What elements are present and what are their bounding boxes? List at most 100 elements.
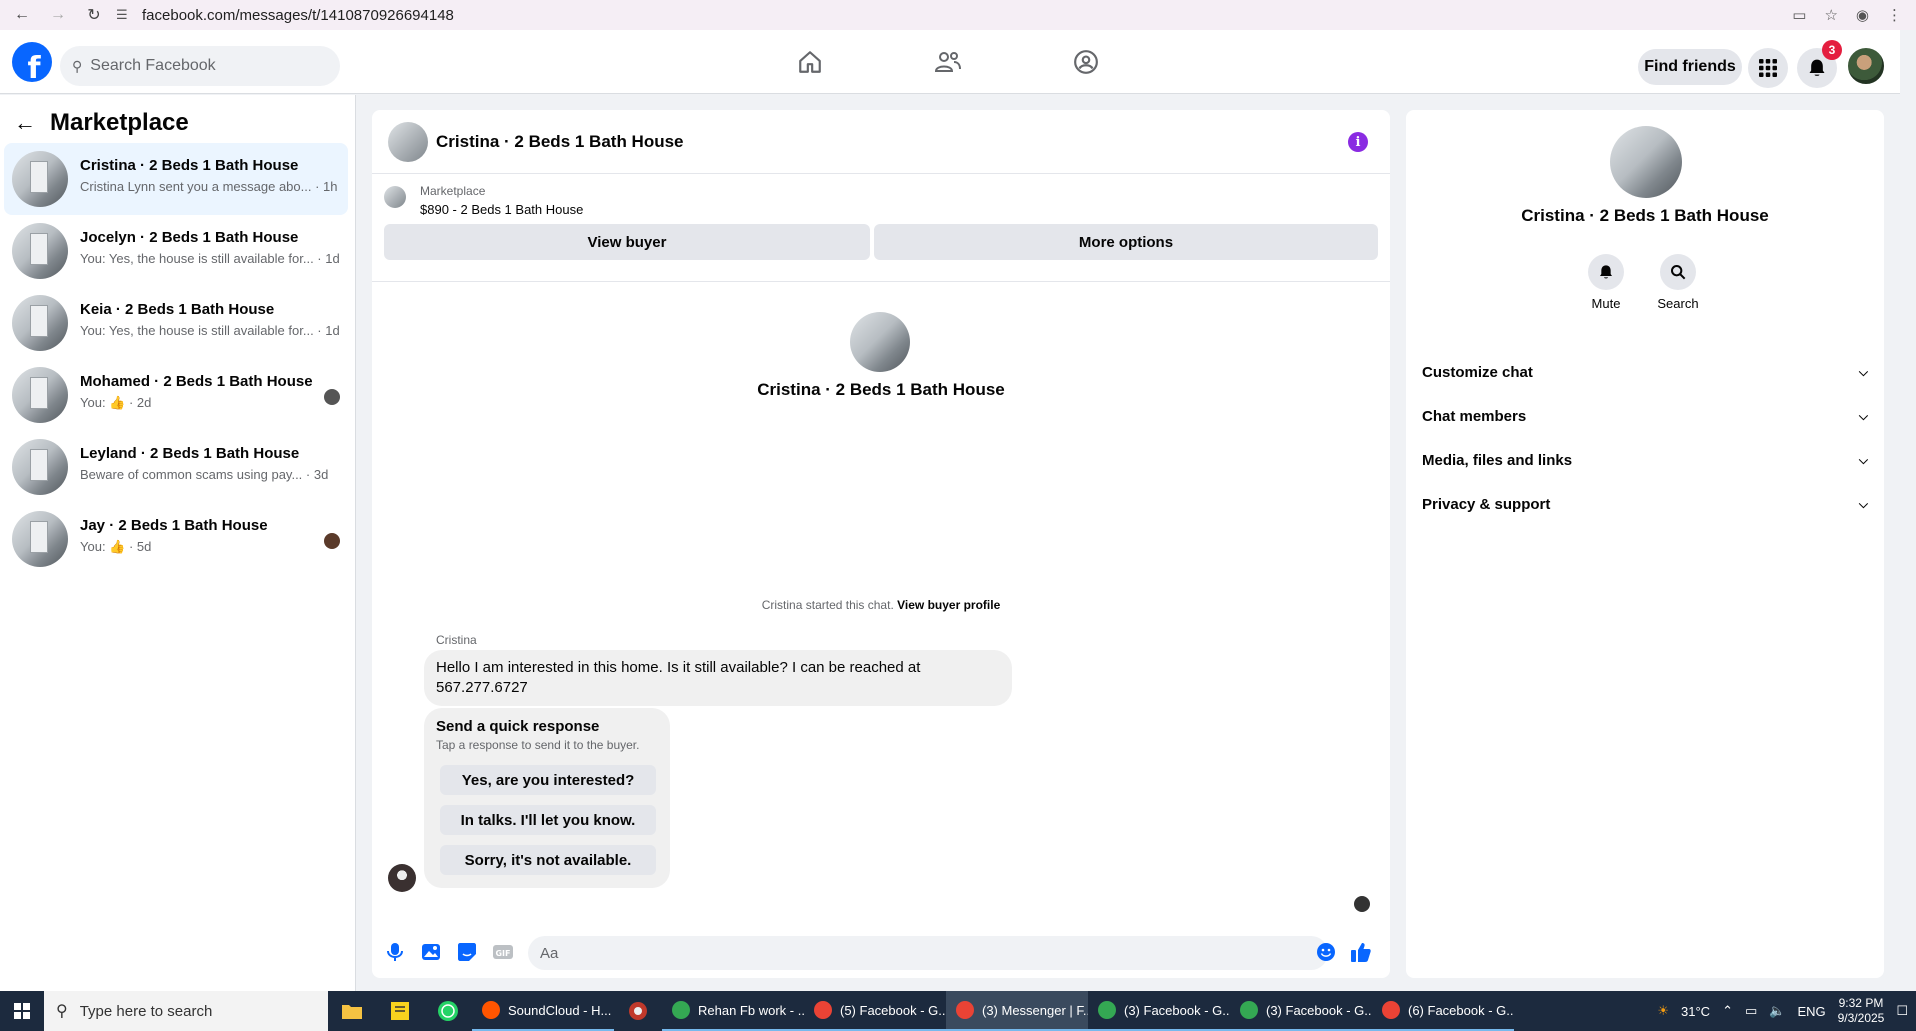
quick-response-button[interactable]: Yes, are you interested? (440, 765, 656, 795)
listing-price[interactable]: $890 - 2 Beds 1 Bath House (420, 202, 583, 217)
forward-icon[interactable]: → (44, 1, 72, 29)
sticker-icon[interactable] (456, 941, 478, 963)
account-avatar[interactable] (1846, 46, 1886, 86)
chrome-icon (1240, 1001, 1258, 1019)
gif-icon[interactable]: GIF (492, 941, 514, 963)
quick-response-card: Send a quick response Tap a response to … (424, 708, 670, 888)
browser-profile-icon[interactable]: ◉ (1856, 6, 1869, 24)
url-text: facebook.com/messages/t/1410870926694148 (142, 6, 454, 24)
details-name: Cristina · 2 Beds 1 Bath House (1521, 206, 1769, 225)
clock[interactable]: 9:32 PM 9/3/2025 (1838, 996, 1885, 1026)
app-icon[interactable] (614, 991, 662, 1031)
friends-icon[interactable] (934, 48, 962, 76)
chat-avatar[interactable] (388, 122, 428, 162)
groups-icon[interactable] (1072, 48, 1100, 76)
back-arrow-icon[interactable]: ← (14, 110, 36, 136)
listing-thumbnail (12, 511, 68, 567)
microphone-icon[interactable] (384, 941, 406, 963)
chat-header: Cristina · 2 Beds 1 Bath House i (372, 110, 1390, 174)
emoji-icon[interactable] (1315, 941, 1337, 963)
mute-button[interactable]: Mute (1576, 254, 1636, 311)
site-info-icon[interactable]: ☰ (116, 7, 132, 23)
info-icon[interactable]: i (1348, 132, 1368, 152)
whatsapp-icon[interactable] (424, 991, 472, 1031)
view-buyer-button[interactable]: View buyer (384, 224, 870, 260)
conversation-item-jocelyn[interactable]: Jocelyn · 2 Beds 1 Bath House You: Yes, … (4, 215, 348, 287)
facebook-logo[interactable]: f (12, 42, 52, 82)
browser-menu-icon[interactable]: ⋮ (1887, 6, 1902, 24)
taskbar-task[interactable]: SoundCloud - H... (472, 991, 614, 1031)
address-bar[interactable]: ☰ facebook.com/messages/t/14108709266941… (116, 2, 1796, 28)
listing-bar: Marketplace $890 - 2 Beds 1 Bath House V… (372, 174, 1390, 282)
find-friends-button[interactable]: Find friends (1638, 49, 1742, 85)
media-files-links-section[interactable]: Media, files and links ⌵ (1406, 438, 1884, 482)
file-explorer-icon[interactable] (328, 991, 376, 1031)
weather-icon: ☀ (1657, 1003, 1670, 1018)
conversation-details-panel: Cristina · 2 Beds 1 Bath House Mute Sear… (1406, 110, 1884, 978)
home-icon[interactable] (796, 48, 824, 76)
chrome-icon (814, 1001, 832, 1019)
facebook-search-box[interactable]: ⚲ Search Facebook (60, 46, 340, 86)
photo-icon[interactable] (420, 941, 442, 963)
chat-started-line: Cristina started this chat. View buyer p… (372, 598, 1390, 612)
chat-members-section[interactable]: Chat members ⌵ (1406, 394, 1884, 438)
bookmark-star-icon[interactable]: ☆ (1824, 6, 1837, 24)
taskbar-task[interactable]: (3) Facebook - G... (1230, 991, 1372, 1031)
view-buyer-profile-link[interactable]: View buyer profile (897, 598, 1000, 612)
sticky-notes-icon[interactable] (376, 991, 424, 1031)
network-icon[interactable]: ▭ (1745, 1003, 1757, 1019)
install-app-icon[interactable]: ▭ (1792, 6, 1806, 24)
facebook-header: f ⚲ Search Facebook Find friends 3 (0, 30, 1916, 94)
taskbar-task[interactable]: Rehan Fb work - ... (662, 991, 804, 1031)
language-indicator[interactable]: ENG (1797, 1004, 1825, 1019)
more-options-button[interactable]: More options (874, 224, 1378, 260)
back-icon[interactable]: ← (8, 1, 36, 29)
chrome-icon (956, 1001, 974, 1019)
task-label: SoundCloud - H... (508, 1002, 612, 1018)
chrome-icon (672, 1001, 690, 1019)
chat-panel: Cristina · 2 Beds 1 Bath House i Marketp… (372, 110, 1390, 978)
marketplace-conversation-list: ← Marketplace Cristina · 2 Beds 1 Bath H… (0, 95, 356, 991)
menu-grid-icon[interactable] (1748, 48, 1788, 88)
conversation-item-leyland[interactable]: Leyland · 2 Beds 1 Bath House Beware of … (4, 431, 348, 503)
intro-avatar (850, 312, 910, 372)
conversation-item-cristina[interactable]: Cristina · 2 Beds 1 Bath House Cristina … (4, 143, 348, 215)
taskbar-search-box[interactable]: ⚲ Type here to search (44, 991, 328, 1031)
windows-taskbar: ⚲ Type here to search SoundCloud - H... … (0, 991, 1916, 1031)
taskbar-task-active[interactable]: (3) Messenger | F... (946, 991, 1088, 1031)
taskbar-task[interactable]: (6) Facebook - G... (1372, 991, 1514, 1031)
bell-icon (1588, 254, 1624, 290)
soundcloud-icon (482, 1001, 500, 1019)
conversation-preview: Beware of common scams using pay... · 3d (80, 467, 329, 482)
quick-response-button[interactable]: Sorry, it's not available. (440, 845, 656, 875)
volume-icon[interactable]: 🔈 (1769, 1003, 1785, 1019)
page-scrollbar[interactable] (1900, 30, 1916, 991)
thumbs-up-icon[interactable] (1350, 941, 1372, 963)
conversation-preview: You: 👍 · 5d (80, 539, 152, 554)
conversation-item-mohamed[interactable]: Mohamed · 2 Beds 1 Bath House You: 👍 · 2… (4, 359, 348, 431)
quick-response-button[interactable]: In talks. I'll let you know. (440, 805, 656, 835)
conversation-preview: You: Yes, the house is still available f… (80, 323, 340, 338)
conversation-item-jay[interactable]: Jay · 2 Beds 1 Bath House You: 👍 · 5d (4, 503, 348, 575)
notification-center-icon[interactable]: ☐ (1896, 1003, 1908, 1019)
search-label: Search (1657, 296, 1699, 311)
customize-chat-section[interactable]: Customize chat ⌵ (1406, 350, 1884, 394)
details-avatar (1610, 126, 1682, 198)
taskbar-task[interactable]: (3) Facebook - G... (1088, 991, 1230, 1031)
taskbar-search-placeholder: Type here to search (79, 1002, 213, 1020)
message-input[interactable] (528, 936, 1328, 970)
search-in-conversation-button[interactable]: Search (1648, 254, 1708, 311)
message-bubble: Hello I am interested in this home. Is i… (424, 650, 1012, 706)
reload-icon[interactable]: ↻ (80, 1, 108, 29)
taskbar-task[interactable]: (5) Facebook - G... (804, 991, 946, 1031)
privacy-support-section[interactable]: Privacy & support ⌵ (1406, 482, 1884, 526)
listing-thumbnail (12, 295, 68, 351)
weather-temperature[interactable]: 31°C (1681, 1004, 1710, 1019)
chevron-down-icon: ⌵ (1858, 452, 1868, 467)
conversation-item-keia[interactable]: Keia · 2 Beds 1 Bath House You: Yes, the… (4, 287, 348, 359)
windows-start-icon[interactable] (0, 991, 44, 1031)
chat-title[interactable]: Cristina · 2 Beds 1 Bath House (436, 132, 684, 152)
chat-started-text: Cristina started this chat. (761, 598, 894, 612)
section-label: Customize chat (1422, 363, 1533, 381)
chevron-up-icon[interactable]: ⌃ (1722, 1003, 1733, 1019)
